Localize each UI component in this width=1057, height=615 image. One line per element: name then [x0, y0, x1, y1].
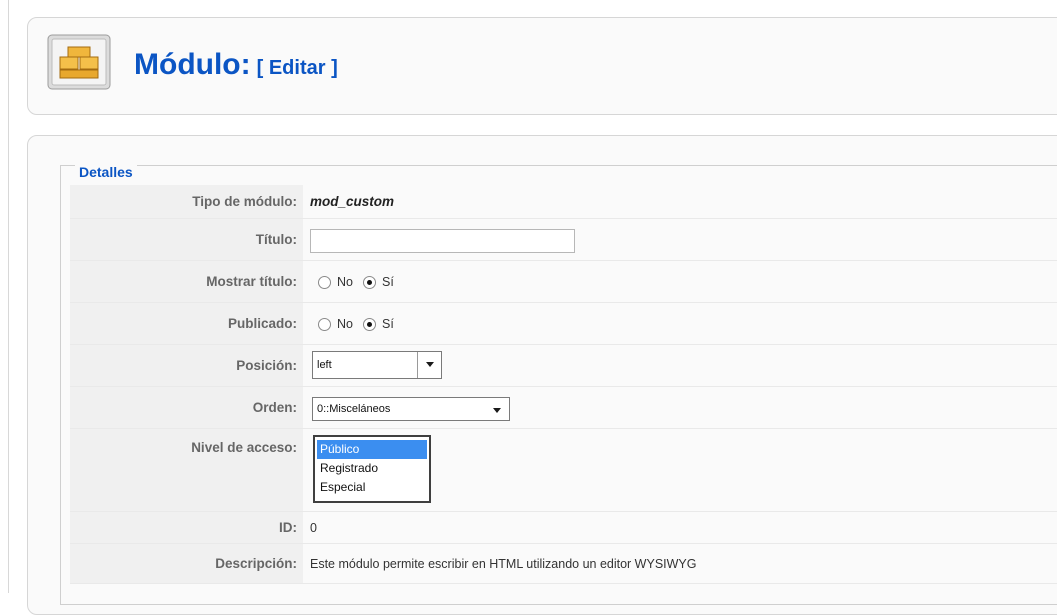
row-description: Descripción: Este módulo permite escribi… [70, 544, 1057, 584]
module-icon [46, 33, 114, 93]
row-id: ID: 0 [70, 512, 1057, 544]
module-type-label: Tipo de módulo: [70, 185, 303, 218]
row-title: Título: [70, 219, 1057, 261]
published-yes-label[interactable]: Sí [382, 317, 394, 331]
access-level-label: Nivel de acceso: [70, 429, 303, 511]
published-no-radio[interactable] [318, 317, 331, 331]
show-title-no-radio[interactable] [318, 275, 331, 289]
module-type-value: mod_custom [310, 194, 395, 209]
order-select[interactable]: 0::Misceláneos [312, 397, 510, 421]
access-level-listbox[interactable]: Público Registrado Especial [313, 435, 431, 503]
page-subtitle: [ Editar ] [256, 57, 338, 79]
published-no-label[interactable]: No [337, 317, 353, 331]
row-show-title: Mostrar título: No Sí [70, 261, 1057, 303]
show-title-yes-label[interactable]: Sí [382, 275, 394, 289]
chevron-down-icon[interactable] [485, 398, 509, 420]
row-order: Orden: 0::Misceláneos [70, 387, 1057, 429]
access-option-public[interactable]: Público [317, 440, 427, 459]
access-option-registered[interactable]: Registrado [317, 459, 427, 478]
row-position: Posición: left [70, 345, 1057, 387]
published-label: Publicado: [70, 303, 303, 344]
title-label: Título: [70, 219, 303, 260]
position-select[interactable]: left [312, 351, 442, 379]
order-label: Orden: [70, 387, 303, 428]
show-title-no-label[interactable]: No [337, 275, 353, 289]
show-title-label: Mostrar título: [70, 261, 303, 302]
show-title-yes-radio[interactable] [362, 275, 376, 289]
order-select-value: 0::Misceláneos [317, 403, 391, 415]
row-access-level: Nivel de acceso: Público Registrado Espe… [70, 429, 1057, 512]
published-yes-radio[interactable] [362, 317, 376, 331]
row-module-type: Tipo de módulo: mod_custom [70, 185, 1057, 219]
title-input[interactable] [310, 229, 575, 253]
show-title-radio-group: No Sí [318, 275, 404, 289]
description-label: Descripción: [70, 544, 303, 583]
position-select-value: left [317, 359, 332, 371]
row-published: Publicado: No Sí [70, 303, 1057, 345]
chevron-down-icon[interactable] [417, 352, 441, 378]
id-label: ID: [70, 512, 303, 543]
published-radio-group: No Sí [318, 317, 404, 331]
id-value: 0 [310, 521, 317, 535]
access-option-special[interactable]: Especial [317, 478, 427, 497]
details-legend: Detalles [75, 164, 137, 180]
position-label: Posición: [70, 345, 303, 386]
page-title-text: Módulo: [134, 48, 251, 81]
description-value: Este módulo permite escribir en HTML uti… [310, 557, 697, 571]
page-title: Módulo:[ Editar ] [134, 48, 338, 82]
page-left-border [8, 0, 9, 593]
